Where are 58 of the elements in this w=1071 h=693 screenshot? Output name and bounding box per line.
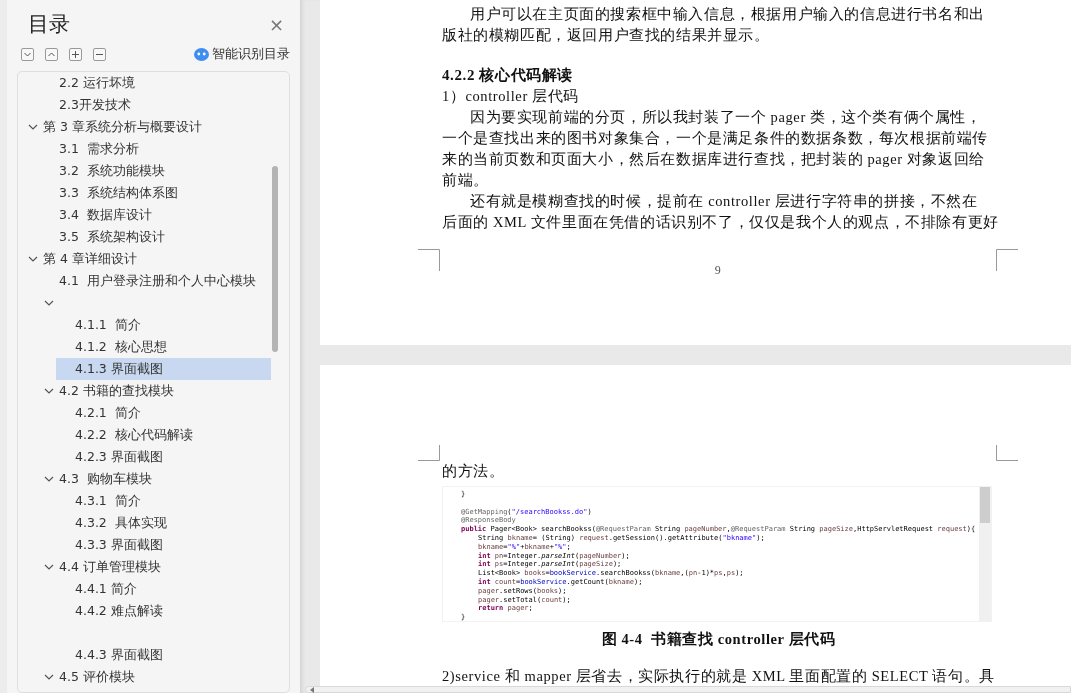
outline-item[interactable]: 4.1.3 界面截图 — [56, 358, 271, 380]
subheading: 1）controller 层代码 — [442, 87, 579, 106]
outline-item[interactable]: 3.5 系统架构设计 — [40, 226, 271, 248]
outline-item[interactable]: 3.4 数据库设计 — [40, 204, 271, 226]
page-number: 9 — [713, 263, 723, 278]
figure-caption: 图 4-4 书籍查找 controller 层代码 — [600, 630, 837, 649]
chevron-down-icon[interactable] — [28, 254, 38, 264]
page-corner-mark — [418, 445, 440, 461]
outline-item[interactable]: 4.1 用户登录注册和个人中心模块 — [40, 270, 271, 292]
chevron-down-icon[interactable] — [44, 562, 54, 572]
outline-item[interactable]: 4.4.1 简介 — [56, 578, 271, 600]
chevron-down-icon[interactable] — [44, 672, 54, 682]
body-text: 2)service 和 mapper 层省去，实际执行的就是 XML 里面配置的 SELECT 语句。具 — [442, 667, 995, 685]
section-heading: 4.2.2 核心代码解读 — [442, 66, 573, 85]
body-paragraph: 还有就是模糊查找的时候，提前在 controller 层进行字符串的拼接，不然在 后面的 XML 文件里面在凭借的话识别不了，仅仅是我个人的观点，不排除有更好 — [442, 192, 999, 232]
outline-item[interactable]: 4.3.2 具体实现 — [56, 512, 271, 534]
outline-item[interactable]: 4.2.2 核心代码解读 — [56, 424, 271, 446]
outline-item[interactable]: 3.3 系统结构体系图 — [40, 182, 271, 204]
scrollbar-thumb[interactable] — [272, 166, 278, 352]
close-button[interactable]: × — [266, 13, 286, 35]
collapse-button[interactable] — [93, 47, 106, 61]
page-corner-mark — [996, 445, 1018, 461]
outline-item[interactable]: 4.3.1 简介 — [56, 490, 271, 512]
plus-icon — [71, 49, 80, 59]
outline-item[interactable]: 2.3开发技术 — [40, 94, 271, 116]
expand-button[interactable] — [69, 47, 82, 61]
outline-item[interactable]: 4.4.2 难点解读 — [56, 600, 271, 622]
outline-item[interactable]: 4.2.3 界面截图 — [56, 446, 271, 468]
smart-toc-button[interactable]: 智能识别目录 — [194, 45, 290, 63]
outline-item[interactable]: 2.2 运行坏境 — [40, 72, 271, 94]
outline-item[interactable]: 4.5 评价模块 — [40, 666, 271, 688]
chevron-down-icon[interactable] — [44, 474, 54, 484]
chevron-down-icon[interactable] — [44, 386, 54, 396]
horizontal-scrollbar[interactable] — [305, 686, 1071, 693]
outline-item[interactable]: 4.1.2 核心思想 — [56, 336, 271, 358]
body-paragraph: 用户可以在主页面的搜索框中输入信息，根据用户输入的信息进行书名和出 版社的模糊匹配，返回用户查找的结果并显示。 — [442, 5, 985, 45]
outline-item[interactable]: 4.3.3 界面截图 — [56, 534, 271, 556]
body-paragraph: 因为要实现前端的分页，所以我封装了一个 pager 类，这个类有俩个属性， 一个是查找出来的图书对象集合，一个是满足条件的数据条数，每次根据前端传 来的当前页数和页面大小，然后在数据库进行查找，把封装的 pager 对象返回给 前端。 — [442, 108, 988, 190]
outline-item[interactable]: 3.2 系统功能模块 — [40, 160, 271, 182]
expand-all-button[interactable] — [21, 47, 34, 61]
outline-item[interactable]: 3.1 需求分析 — [40, 138, 271, 160]
chevron-down-icon[interactable] — [44, 298, 54, 308]
collapse-all-button[interactable] — [45, 47, 58, 61]
outline-item[interactable]: 第 4 章详细设计 — [24, 248, 271, 270]
outline-item[interactable]: 4.2 书籍的查找模块 — [40, 380, 271, 402]
arrow-left-icon[interactable] — [309, 686, 315, 693]
outline-item[interactable]: 4.3 购物车模块 — [40, 468, 271, 490]
body-text: 的方法。 — [442, 462, 505, 481]
chevron-down-icon[interactable] — [28, 122, 38, 132]
dots-bubble-icon — [194, 47, 209, 61]
panel-title: 目录 — [28, 11, 70, 38]
outline-item[interactable]: 4.1.1 简介 — [56, 314, 271, 336]
outline-item[interactable]: 4.4.3 界面截图 — [56, 644, 271, 666]
page-corner-mark — [996, 249, 1018, 271]
page-corner-mark — [418, 249, 440, 271]
outline-item[interactable]: 第 3 章系统分析与概要设计 — [24, 116, 271, 138]
outline-item[interactable]: 4.4 订单管理模块 — [40, 556, 271, 578]
outline-item[interactable]: 4.2.1 简介 — [56, 402, 271, 424]
